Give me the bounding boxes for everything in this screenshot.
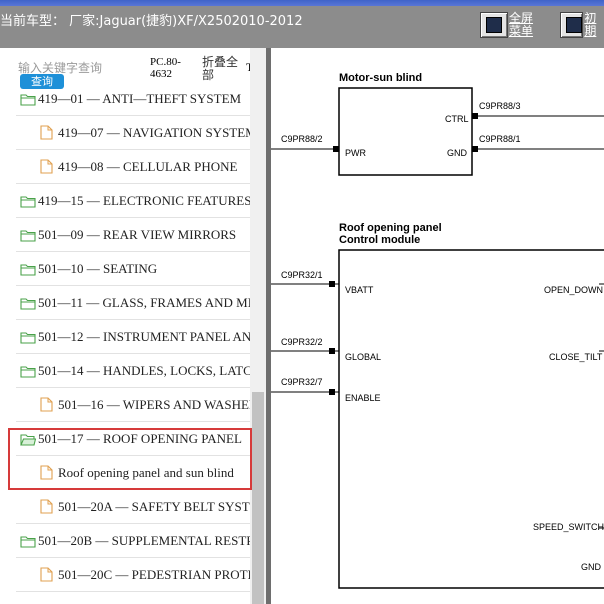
pin-pwr: PWR <box>345 148 366 158</box>
conn-c9pr32-7: C9PR32/7 <box>281 377 323 387</box>
fit-view-button[interactable]: 初期 <box>560 12 604 40</box>
terminal-ctrl <box>472 113 478 119</box>
scroll-thumb[interactable] <box>252 392 264 604</box>
module-title-line1: Roof opening panel <box>339 222 442 234</box>
conn-c9pr88-3: C9PR88/3 <box>479 101 521 111</box>
pin-vbatt: VBATT <box>345 285 374 295</box>
tree-item[interactable]: 501—09 — REAR VIEW MIRRORS <box>0 218 250 252</box>
tree-item-label: 501—11 — GLASS, FRAMES AND MIRRORS <box>38 295 250 310</box>
tree-item-label: 501—14 — HANDLES, LOCKS, LATCHES <box>38 363 250 378</box>
document-icon <box>40 465 53 484</box>
motor-box <box>338 87 473 176</box>
conn-c9pr88-1: C9PR88/1 <box>479 134 521 144</box>
tree-item[interactable]: 501—12 — INSTRUMENT PANEL AND CONSOLE <box>0 320 250 354</box>
tree-item[interactable]: 501—17 — ROOF OPENING PANEL <box>0 422 250 456</box>
folder-icon <box>20 363 36 382</box>
module-box <box>338 249 604 589</box>
wiring-diagram: Motor-sun blind CTRL GND PWR C9PR88/3 C9… <box>271 48 604 604</box>
tree-item-label: 501—20B — SUPPLEMENTAL RESTRAINT <box>38 533 250 548</box>
tree-item-label: 419—01 — ANTI—THEFT SYSTEM <box>38 92 242 106</box>
tree-item[interactable]: 419—07 — NAVIGATION SYSTEM <box>0 116 250 150</box>
tree-item-label: 501—16 — WIPERS AND WASHERS <box>58 397 250 412</box>
tree-item[interactable]: 501—10 — SEATING <box>0 252 250 286</box>
tree-item[interactable]: 419—01 — ANTI—THEFT SYSTEM <box>0 92 250 116</box>
pin-motor-gnd: GND <box>447 148 468 158</box>
folder-icon <box>20 92 36 110</box>
fullscreen-menu-label: 全屏 菜单 <box>509 11 534 38</box>
pin-global: GLOBAL <box>345 352 381 362</box>
tree-item-label: 501—20C — PEDESTRIAN PROTECTION <box>58 567 250 582</box>
fullscreen-menu-button[interactable]: 全屏 菜单 <box>480 12 533 40</box>
pin-open-down: OPEN_DOWN <box>544 285 603 295</box>
conn-c9pr32-2: C9PR32/2 <box>281 337 323 347</box>
folder-icon <box>20 261 36 280</box>
tree-item[interactable]: 419—15 — ELECTRONIC FEATURES <box>0 184 250 218</box>
tree-item-label: Roof opening panel and sun blind <box>58 465 234 480</box>
tree-item-label: 419—08 — CELLULAR PHONE <box>58 159 238 174</box>
header-bar: 当前车型： 厂家:Jaguar(捷豹)XF/X2502010-2012 全屏 菜… <box>0 6 604 48</box>
conn-c9pr32-1: C9PR32/1 <box>281 270 323 280</box>
document-icon <box>40 125 53 144</box>
pc-count-label: PC.80-4632 <box>150 56 181 80</box>
tree-item-label: 501—10 — SEATING <box>38 261 158 276</box>
fit-view-icon <box>560 12 584 38</box>
tree-item[interactable]: 501—20C — PEDESTRIAN PROTECTION <box>0 558 250 592</box>
tree-item[interactable]: 501—20B — SUPPLEMENTAL RESTRAINT <box>0 524 250 558</box>
pin-close-tilt: CLOSE_TILT <box>549 352 603 362</box>
vehicle-model-label: 当前车型： 厂家:Jaguar(捷豹)XF/X2502010-2012 <box>0 14 303 29</box>
motor-title: Motor-sun blind <box>339 72 422 84</box>
terminal-motor-gnd <box>472 146 478 152</box>
collapse-all-button[interactable]: 折叠全部 <box>202 56 242 82</box>
tree-item[interactable]: 501—11 — GLASS, FRAMES AND MIRRORS <box>0 286 250 320</box>
document-icon <box>40 567 53 586</box>
folder-icon <box>20 193 36 212</box>
document-icon <box>40 499 53 518</box>
tree-item[interactable]: 501—14 — HANDLES, LOCKS, LATCHES <box>0 354 250 388</box>
tree-item-label: 419—15 — ELECTRONIC FEATURES <box>38 193 250 208</box>
module-title-line2: Control module <box>339 234 420 246</box>
conn-c9pr88-2: C9PR88/2 <box>281 134 323 144</box>
pin-enable: ENABLE <box>345 393 381 403</box>
terminal-vbatt <box>329 281 335 287</box>
terminal-pwr <box>333 146 339 152</box>
tree-item[interactable]: Roof opening panel and sun blind <box>0 456 250 490</box>
tree-item-label: 501—12 — INSTRUMENT PANEL AND CONSOLE <box>38 329 250 344</box>
tree-item-label: 501—17 — ROOF OPENING PANEL <box>38 431 242 446</box>
fullscreen-icon <box>480 12 508 38</box>
row-separator <box>16 591 250 592</box>
fit-view-label: 初期 <box>584 11 597 38</box>
document-icon <box>40 397 53 416</box>
pin-ctrl: CTRL <box>445 114 469 124</box>
tree-list: 419—01 — ANTI—THEFT SYSTEM 419—07 — NAVIG… <box>0 92 250 604</box>
document-icon <box>40 159 53 178</box>
folder-icon <box>20 227 36 246</box>
search-button[interactable]: 查询 <box>20 74 64 89</box>
terminal-enable <box>329 389 335 395</box>
pin-speed-switch: SPEED_SWITCH <box>533 522 604 532</box>
folder-icon <box>20 533 36 552</box>
tree-item-label: 501—20A — SAFETY BELT SYSTEM <box>58 499 250 514</box>
folder-icon <box>20 329 36 348</box>
tree-scrollbar[interactable] <box>250 48 266 604</box>
tree-item-label: 501—09 — REAR VIEW MIRRORS <box>38 227 237 242</box>
tree-item[interactable]: 419—08 — CELLULAR PHONE <box>0 150 250 184</box>
tree-item[interactable]: 501—20A — SAFETY BELT SYSTEM <box>0 490 250 524</box>
tree-item[interactable]: 501—16 — WIPERS AND WASHERS <box>0 388 250 422</box>
tree-panel: 查询 PC.80-4632 折叠全部 T 419—01 — ANTI—THEFT… <box>0 48 266 604</box>
tree-item-label: 419—07 — NAVIGATION SYSTEM <box>58 125 250 140</box>
pin-module-gnd: GND <box>581 562 602 572</box>
terminal-global <box>329 348 335 354</box>
folder-open-icon <box>20 431 37 450</box>
folder-icon <box>20 295 36 314</box>
